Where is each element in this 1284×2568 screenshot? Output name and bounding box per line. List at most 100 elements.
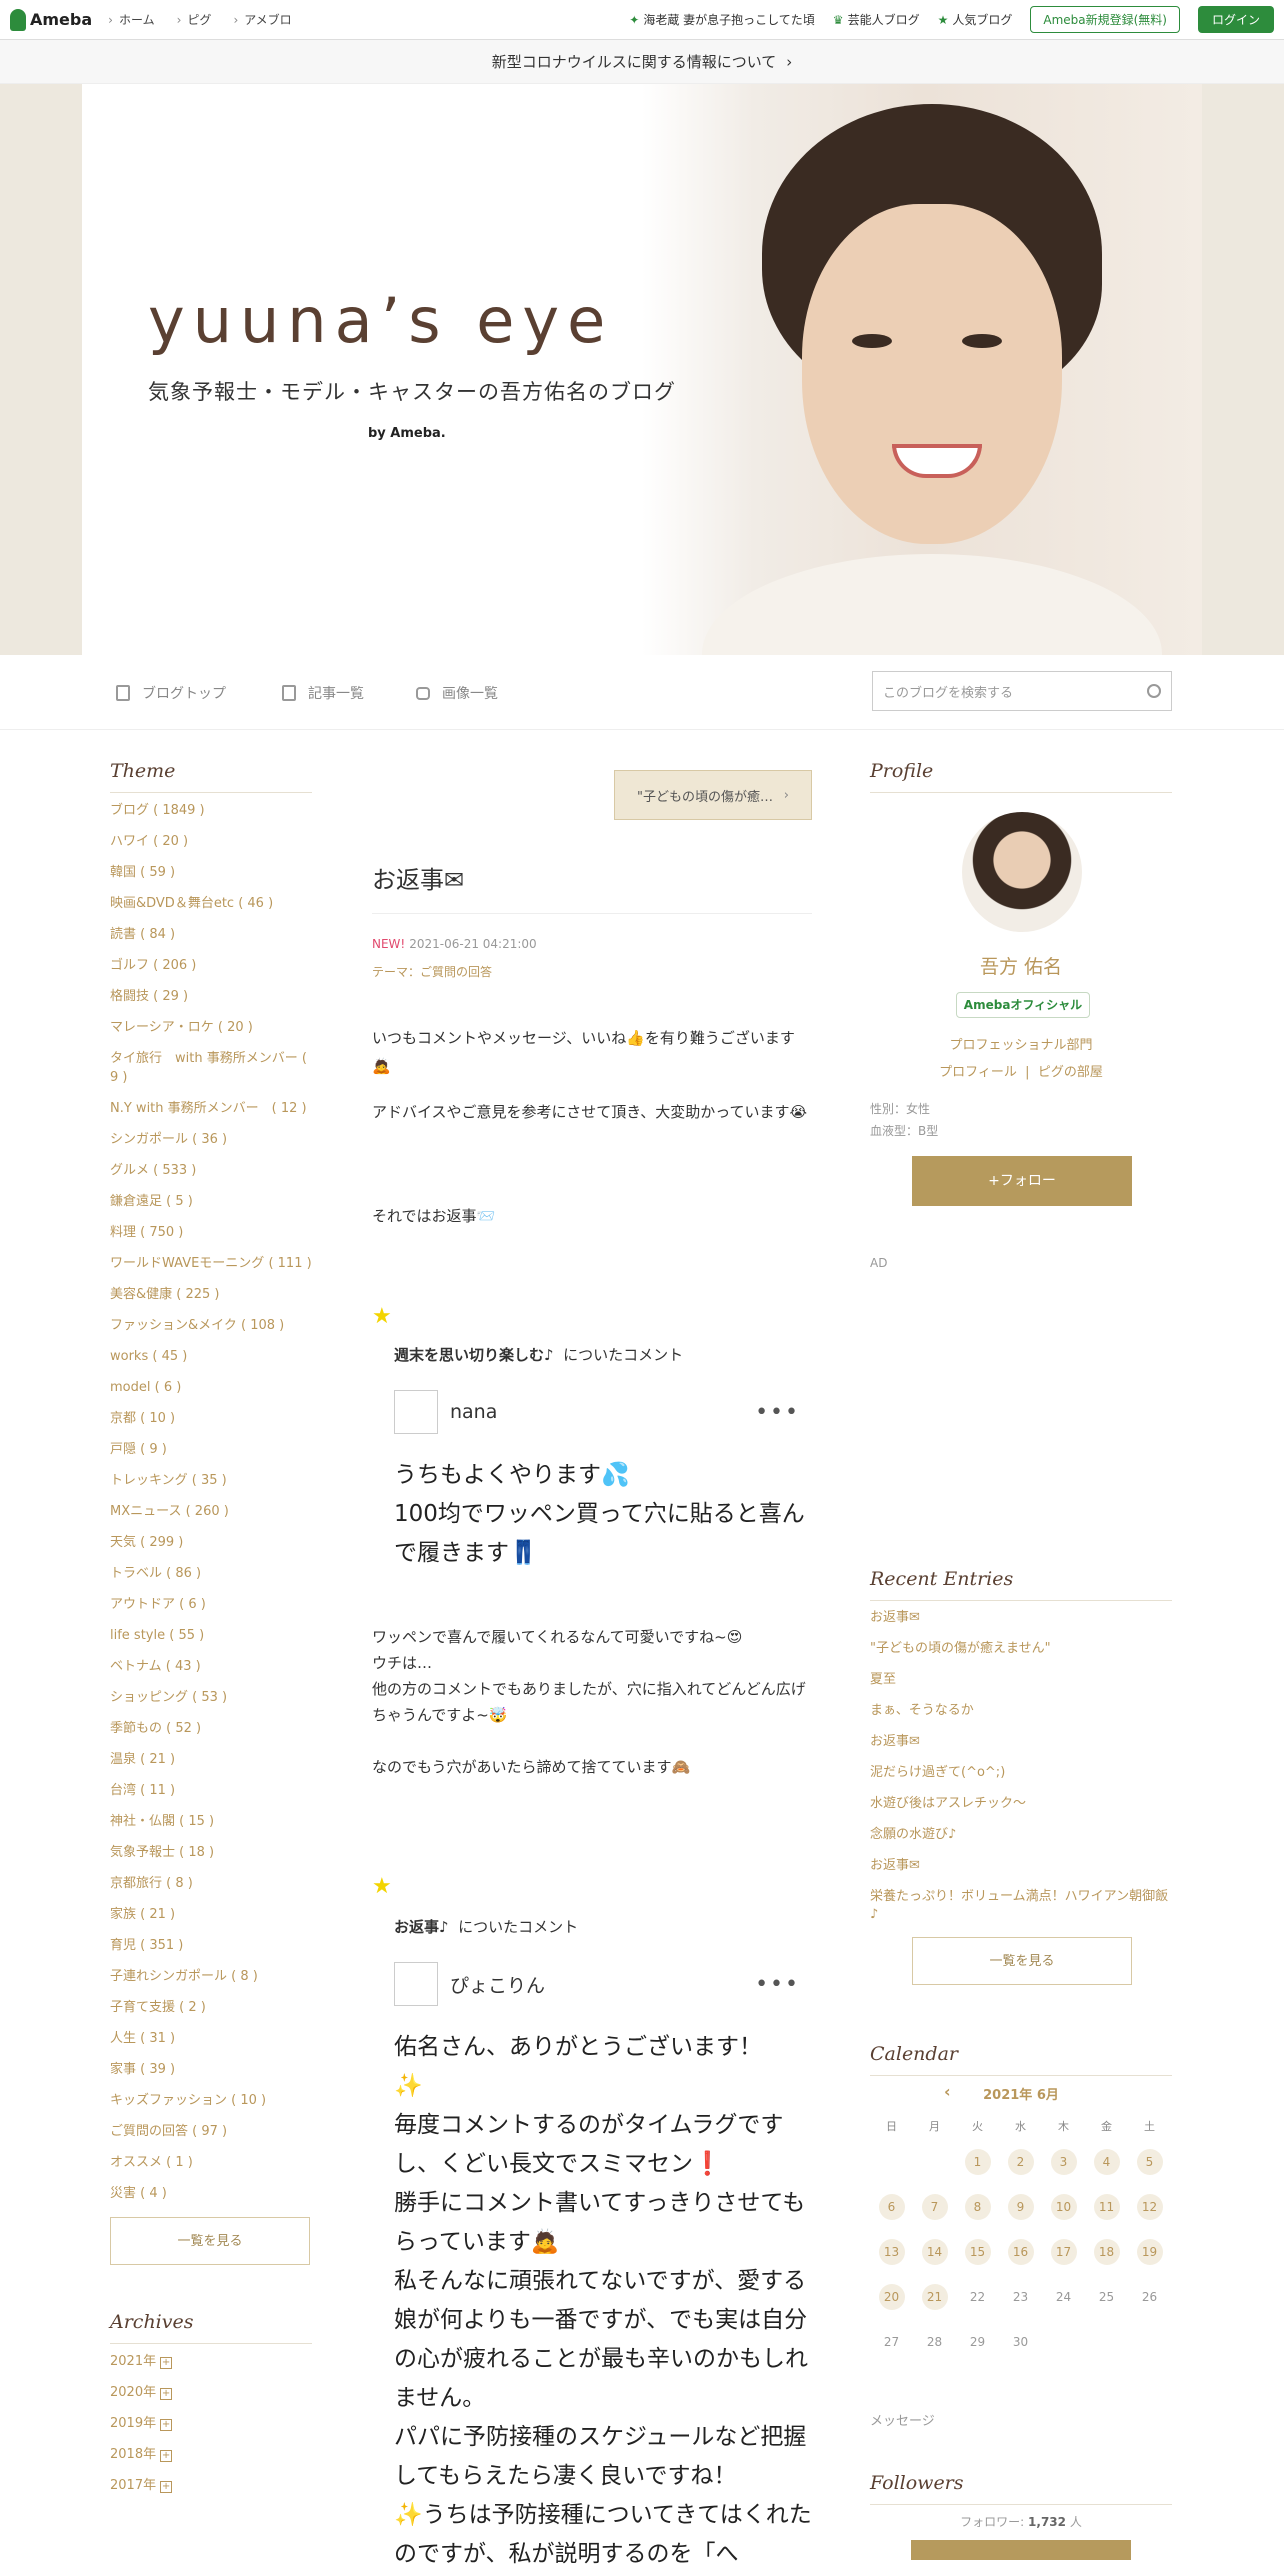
popular-blog-link[interactable]: ★ 人気ブログ	[938, 11, 1013, 28]
theme-item[interactable]: 料理 ( 750 )	[110, 1223, 312, 1242]
theme-item[interactable]: 京都 ( 10 )	[110, 1409, 312, 1428]
theme-item[interactable]: 子連れシンガポール ( 8 )	[110, 1967, 312, 1986]
ameba-logo[interactable]: Ameba	[10, 8, 92, 31]
recent-entry-link[interactable]: 水遊び後はアスレチック～	[870, 1795, 1172, 1813]
message-link[interactable]: メッセージ	[870, 2410, 935, 2429]
calendar-day[interactable]: 16	[999, 2229, 1042, 2274]
expand-icon[interactable]: +	[160, 2357, 173, 2369]
calendar-day[interactable]: 5	[1128, 2139, 1171, 2184]
theme-item[interactable]: トレッキング ( 35 )	[110, 1471, 312, 1490]
login-button[interactable]: ログイン	[1197, 6, 1274, 33]
recent-more-button[interactable]: 一覧を見る	[912, 1937, 1132, 1985]
expand-icon[interactable]: +	[160, 2481, 173, 2493]
calendar-day[interactable]: 6	[870, 2184, 913, 2229]
calendar-day[interactable]: 20	[870, 2274, 913, 2319]
calendar-day[interactable]: 21	[913, 2274, 956, 2319]
archive-item[interactable]: 2019年 +	[110, 2414, 312, 2433]
trend-link[interactable]: ✦ 海老蔵 妻が息子抱っこしてた頃	[629, 11, 815, 28]
calendar-day[interactable]: 12	[1128, 2184, 1171, 2229]
theme-item[interactable]: MXニュース ( 260 )	[110, 1502, 312, 1521]
theme-item[interactable]: 天気 ( 299 )	[110, 1533, 312, 1552]
theme-item[interactable]: グルメ ( 533 )	[110, 1161, 312, 1180]
theme-item[interactable]: ベトナム ( 43 )	[110, 1657, 312, 1676]
search-icon[interactable]	[1147, 684, 1161, 698]
covid-notice-link[interactable]: 新型コロナウイルスに関する情報について ›	[0, 40, 1284, 84]
theme-item[interactable]: 温泉 ( 21 )	[110, 1750, 312, 1769]
calendar-day[interactable]: 4	[1085, 2139, 1128, 2184]
theme-item[interactable]: 読書 ( 84 )	[110, 925, 312, 944]
theme-item[interactable]: ワールドWAVEモーニング ( 111 )	[110, 1254, 312, 1273]
follow-button[interactable]: +フォロー	[912, 1156, 1132, 1206]
nav-ameblo[interactable]: アメブロ	[233, 11, 291, 28]
theme-item[interactable]: 韓国 ( 59 )	[110, 863, 312, 882]
entry-theme-link[interactable]: テーマ：ご質問の回答	[372, 958, 537, 986]
theme-item[interactable]: 育児 ( 351 )	[110, 1936, 312, 1955]
theme-item[interactable]: 鎌倉遠足 ( 5 )	[110, 1192, 312, 1211]
nav-pigg[interactable]: ピグ	[177, 11, 211, 28]
theme-item[interactable]: ハワイ ( 20 )	[110, 832, 312, 851]
theme-item[interactable]: 映画&DVD＆舞台etc ( 46 )	[110, 894, 312, 913]
calendar-day[interactable]: 7	[913, 2184, 956, 2229]
chevron-left-icon[interactable]: ‹	[944, 2082, 951, 2101]
recent-entry-link[interactable]: 念願の水遊び♪	[870, 1826, 1172, 1844]
theme-item[interactable]: 子育て支援 ( 2 )	[110, 1998, 312, 2017]
professional-section[interactable]: プロフェッショナル部門	[870, 1032, 1172, 1059]
theme-item[interactable]: 家事 ( 39 )	[110, 2060, 312, 2079]
profile-link[interactable]: プロフィール	[939, 1065, 1017, 1080]
theme-item[interactable]: ショッピング ( 53 )	[110, 1688, 312, 1707]
theme-item[interactable]: シンガポール ( 36 )	[110, 1130, 312, 1149]
calendar-day[interactable]: 17	[1042, 2229, 1085, 2274]
expand-icon[interactable]: +	[160, 2388, 173, 2400]
calendar-day[interactable]: 14	[913, 2229, 956, 2274]
recent-entry-link[interactable]: お返事✉	[870, 1609, 1172, 1627]
theme-item[interactable]: 格闘技 ( 29 )	[110, 987, 312, 1006]
recent-entry-link[interactable]: 泥だらけ過ぎて(^o^;)	[870, 1764, 1172, 1782]
celebrity-blog-link[interactable]: ♛ 芸能人ブログ	[833, 11, 920, 28]
theme-item[interactable]: life style ( 55 )	[110, 1626, 312, 1645]
recent-entry-link[interactable]: 栄養たっぷり！ボリューム満点！ハワイアン朝御飯♪	[870, 1888, 1172, 1924]
theme-item[interactable]: マレーシア・ロケ ( 20 )	[110, 1018, 312, 1037]
theme-item[interactable]: 神社・仏閣 ( 15 )	[110, 1812, 312, 1831]
recent-entry-link[interactable]: "子どもの頃の傷が癒えません"	[870, 1640, 1172, 1658]
tab-blog-top[interactable]: ブログトップ	[116, 683, 226, 703]
recent-entry-link[interactable]: 夏至	[870, 1671, 1172, 1689]
register-button[interactable]: Ameba新規登録(無料)	[1030, 6, 1180, 33]
more-options-icon[interactable]: •••	[755, 1972, 800, 1997]
theme-item[interactable]: N.Y with 事務所メンバー ( 12 )	[110, 1099, 312, 1118]
calendar-day[interactable]: 3	[1042, 2139, 1085, 2184]
theme-item[interactable]: 京都旅行 ( 8 )	[110, 1874, 312, 1893]
expand-icon[interactable]: +	[160, 2419, 173, 2431]
theme-item[interactable]: 美容&健康 ( 225 )	[110, 1285, 312, 1304]
more-options-icon[interactable]: •••	[755, 1400, 800, 1425]
tab-entry-list[interactable]: 記事一覧	[282, 683, 364, 703]
theme-item[interactable]: ファッション&メイク ( 108 )	[110, 1316, 312, 1335]
theme-more-button[interactable]: 一覧を見る	[110, 2217, 310, 2265]
theme-item[interactable]: 人生 ( 31 )	[110, 2029, 312, 2048]
calendar-day[interactable]: 10	[1042, 2184, 1085, 2229]
pig-room-link[interactable]: ピグの部屋	[1038, 1065, 1103, 1080]
prev-entry-button[interactable]: "子どもの頃の傷が癒… ›	[614, 770, 812, 820]
calendar-day[interactable]: 13	[870, 2229, 913, 2274]
theme-item[interactable]: キッズファッション ( 10 )	[110, 2091, 312, 2110]
calendar-day[interactable]: 8	[956, 2184, 999, 2229]
calendar-day[interactable]: 2	[999, 2139, 1042, 2184]
archive-item[interactable]: 2020年 +	[110, 2383, 312, 2402]
calendar-day[interactable]: 15	[956, 2229, 999, 2274]
archive-item[interactable]: 2021年 +	[110, 2352, 312, 2371]
profile-name[interactable]: 吾方 佑名	[870, 952, 1172, 979]
blog-search-input[interactable]: このブログを検索する	[872, 671, 1172, 711]
theme-item[interactable]: 台湾 ( 11 )	[110, 1781, 312, 1800]
header-banner[interactable]: yuuna’s eye 気象予報士・モデル・キャスターの吾方佑名のブログ by …	[82, 84, 1202, 655]
theme-item[interactable]: works ( 45 )	[110, 1347, 312, 1366]
tab-image-list[interactable]: 画像一覧	[416, 683, 498, 703]
theme-item[interactable]: オススメ ( 1 )	[110, 2153, 312, 2172]
archive-item[interactable]: 2018年 +	[110, 2445, 312, 2464]
theme-item[interactable]: ご質問の回答 ( 97 )	[110, 2122, 312, 2141]
theme-item[interactable]: ゴルフ ( 206 )	[110, 956, 312, 975]
theme-item[interactable]: 戸隠 ( 9 )	[110, 1440, 312, 1459]
recent-entry-link[interactable]: お返事✉	[870, 1733, 1172, 1751]
theme-item[interactable]: タイ旅行 with 事務所メンバー ( 9 )	[110, 1049, 312, 1087]
theme-item[interactable]: 家族 ( 21 )	[110, 1905, 312, 1924]
theme-item[interactable]: 季節もの ( 52 )	[110, 1719, 312, 1738]
calendar-day[interactable]: 19	[1128, 2229, 1171, 2274]
